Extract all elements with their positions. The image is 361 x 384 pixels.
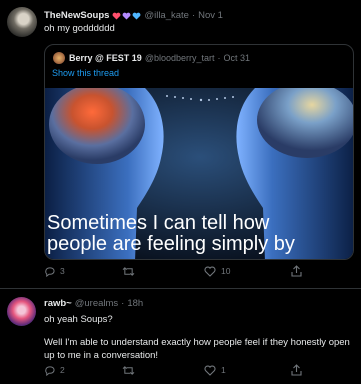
handle[interactable]: @urealms <box>75 298 118 309</box>
tweet-text: oh yeah Soups? <box>44 314 113 325</box>
reply-count: 3 <box>60 266 65 276</box>
caption-line: people are feeling simply by <box>47 233 295 255</box>
tweet[interactable]: rawb~ @urealms · 18h oh yeah Soups? Well… <box>0 288 361 384</box>
tweet-header: rawb~ @urealms · 18h <box>44 298 143 309</box>
quoted-avatar <box>53 52 65 64</box>
quoted-handle: @bloodberry_tart <box>144 53 215 63</box>
retweet-icon <box>122 365 135 376</box>
heart-icon <box>204 365 216 376</box>
display-name[interactable]: rawb~ <box>44 298 72 309</box>
share-button[interactable] <box>291 364 302 376</box>
reply-icon <box>44 266 55 277</box>
tweet-text: oh my godddddd <box>44 23 115 34</box>
retweet-icon <box>122 266 135 277</box>
retweet-button[interactable] <box>122 365 140 376</box>
blue-heart-icon <box>133 12 141 20</box>
purple-heart-icon <box>123 12 131 20</box>
name-emoji-hearts <box>112 12 141 20</box>
display-name[interactable]: TheNewSoups <box>44 10 109 21</box>
handle[interactable]: @illa_kate <box>144 10 189 21</box>
heart-icon <box>204 266 216 277</box>
reply-button[interactable]: 2 <box>44 365 65 376</box>
red-heart-icon <box>113 12 121 20</box>
quoted-timestamp: Oct 31 <box>223 53 250 63</box>
video-caption: Sometimes I can tell how people are feel… <box>47 212 353 255</box>
quoted-media-image[interactable]: Sometimes I can tell how people are feel… <box>45 88 353 259</box>
avatar[interactable] <box>7 297 36 326</box>
reply-button[interactable]: 3 <box>44 266 65 277</box>
reply-count: 2 <box>60 365 65 375</box>
tweet-header: TheNewSoups @illa_kate · Nov 1 <box>44 10 223 21</box>
tweet[interactable]: TheNewSoups @illa_kate · Nov 1 oh my god… <box>0 0 361 288</box>
separator: · <box>121 298 125 309</box>
avatar[interactable] <box>7 7 37 37</box>
timestamp[interactable]: 18h <box>127 298 143 309</box>
share-icon <box>291 364 302 376</box>
share-button[interactable] <box>291 265 302 277</box>
quoted-tweet[interactable]: Berry @ FEST 19 @bloodberry_tart · Oct 3… <box>44 44 354 260</box>
share-icon <box>291 265 302 277</box>
tweet-text: Well I'm able to understand exactly how … <box>44 337 350 361</box>
like-button[interactable]: 10 <box>204 266 230 277</box>
separator: · <box>191 10 196 21</box>
reply-icon <box>44 365 55 376</box>
retweet-button[interactable] <box>122 266 140 277</box>
timestamp[interactable]: Nov 1 <box>198 10 223 21</box>
caption-line: Sometimes I can tell how <box>47 212 270 234</box>
like-button[interactable]: 1 <box>204 365 226 376</box>
separator: · <box>217 53 221 63</box>
quoted-display-name: Berry @ FEST 19 <box>69 53 142 63</box>
show-thread-link[interactable]: Show this thread <box>52 68 119 78</box>
like-count: 1 <box>221 365 226 375</box>
like-count: 10 <box>221 266 231 276</box>
quoted-tweet-header: Berry @ FEST 19 @bloodberry_tart · Oct 3… <box>53 52 250 64</box>
